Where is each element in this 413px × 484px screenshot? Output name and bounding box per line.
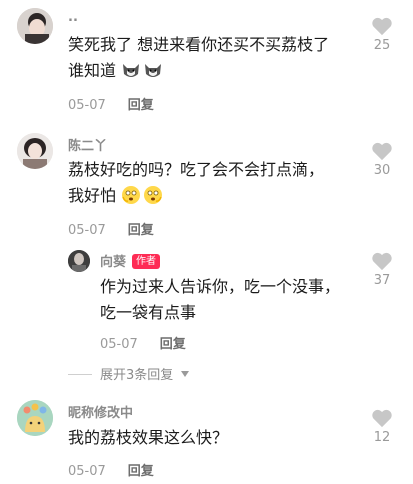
comment-text-line: 吃一袋有点事: [100, 303, 197, 322]
comment-text-fragment: 谁知道: [68, 61, 117, 80]
scared-face-emoji-icon: [122, 186, 141, 204]
comment-date: 05-07: [100, 337, 138, 352]
comment-date: 05-07: [68, 98, 106, 113]
comment-date: 05-07: [68, 223, 106, 238]
avatar-image: [17, 133, 53, 169]
comment-text-line: 谁知道: [68, 58, 368, 84]
expand-replies-label: 展开3条回复: [100, 368, 174, 383]
comment-text: 我的荔枝效果这么快？: [68, 425, 368, 451]
like-count: 37: [373, 273, 391, 288]
like-count: 30: [373, 163, 391, 178]
heart-icon: [372, 252, 392, 271]
comment-item: .. 笑死我了 想进来看你还买不买荔枝了 谁知道 05-07 回复 25: [0, 0, 413, 125]
caret-down-icon: [181, 371, 190, 377]
avatar[interactable]: [68, 250, 90, 272]
like-button[interactable]: 30: [367, 141, 397, 178]
reply-button[interactable]: 回复: [128, 98, 154, 113]
husky-emoji-icon: [145, 64, 162, 77]
comment-item: 昵称修改中 我的荔枝效果这么快？ 05-07 回复 12: [0, 394, 413, 484]
like-count: 25: [373, 38, 391, 53]
expand-replies-button[interactable]: 展开3条回复: [68, 364, 190, 383]
comment-meta: 05-07 回复: [100, 333, 186, 352]
avatar[interactable]: [17, 8, 53, 44]
comment-text: 作为过来人告诉你，吃一个没事， 吃一袋有点事: [100, 274, 365, 326]
like-button[interactable]: 37: [367, 251, 397, 288]
author-badge: 作者: [132, 254, 161, 269]
comment-text: 笑死我了 想进来看你还买不买荔枝了 谁知道: [68, 32, 368, 84]
comment-meta: 05-07 回复: [68, 219, 154, 238]
divider: [68, 374, 92, 375]
reply-item: 向葵 作者 作为过来人告诉你，吃一个没事， 吃一袋有点事 05-07 回复 37: [0, 245, 413, 360]
comment-meta: 05-07 回复: [68, 94, 154, 113]
comment-text-line: 荔枝好吃的吗？吃了会不会打点滴，: [68, 160, 325, 179]
comment-username[interactable]: 昵称修改中: [68, 402, 133, 421]
comment-text-line: 作为过来人告诉你，吃一个没事，: [100, 277, 341, 296]
heart-icon: [372, 409, 392, 428]
comment-text-line: 我的荔枝效果这么快？: [68, 428, 229, 447]
comment-username: 向葵 作者: [100, 251, 161, 270]
like-button[interactable]: 12: [367, 408, 397, 445]
heart-icon: [372, 142, 392, 161]
reply-button[interactable]: 回复: [160, 337, 186, 352]
comment-text-line: 笑死我了 想进来看你还买不买荔枝了: [68, 35, 330, 54]
comment-username[interactable]: 陈二丫: [68, 135, 107, 154]
avatar-image: [17, 8, 53, 44]
comment-meta: 05-07 回复: [68, 460, 154, 479]
avatar[interactable]: [17, 133, 53, 169]
reply-username[interactable]: 向葵: [100, 255, 126, 270]
avatar-image: [17, 400, 53, 436]
avatar[interactable]: [17, 400, 53, 436]
comment-item: 陈二丫 荔枝好吃的吗？吃了会不会打点滴， 我好怕 05-07 回复 30: [0, 125, 413, 245]
like-count: 12: [373, 430, 391, 445]
heart-icon: [372, 17, 392, 36]
comment-username[interactable]: ..: [68, 10, 78, 25]
reply-button[interactable]: 回复: [128, 464, 154, 479]
scared-face-emoji-icon: [144, 186, 163, 204]
avatar-image: [68, 250, 90, 272]
comment-text: 荔枝好吃的吗？吃了会不会打点滴， 我好怕: [68, 157, 368, 209]
like-button[interactable]: 25: [367, 16, 397, 53]
comment-text-fragment: 我好怕: [68, 186, 117, 205]
comment-date: 05-07: [68, 464, 106, 479]
reply-button[interactable]: 回复: [128, 223, 154, 238]
husky-emoji-icon: [123, 64, 140, 77]
comment-text-line: 我好怕: [68, 183, 368, 209]
